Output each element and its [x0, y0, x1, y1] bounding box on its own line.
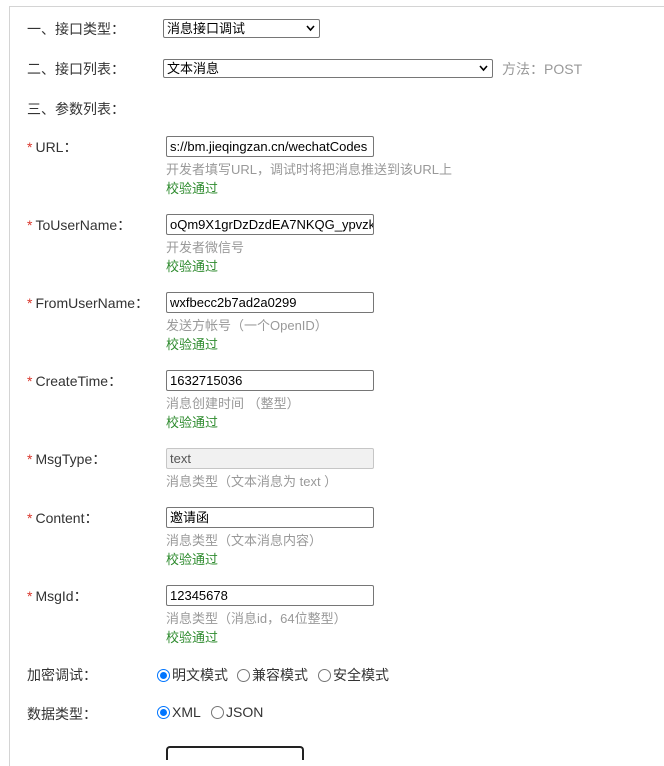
radio-plaintext-mode[interactable]: 明文模式: [157, 665, 228, 685]
radio-label: 兼容模式: [252, 667, 308, 683]
field-label-text: CreateTime：: [35, 373, 123, 389]
content-input[interactable]: 邀请函: [166, 507, 374, 528]
field-label-msgid: * MsgId：: [27, 586, 88, 606]
radio-unchecked-icon: [318, 668, 331, 682]
submit-button[interactable]: [166, 746, 304, 760]
url-hint: 开发者填写URL，调试时将把消息推送到该URL上: [166, 162, 453, 177]
radio-unchecked-icon: [237, 668, 250, 682]
radio-xml[interactable]: XML: [157, 704, 201, 720]
chevron-down-icon: [306, 25, 315, 32]
interface-type-select[interactable]: 消息接口调试: [163, 19, 320, 38]
required-mark: *: [27, 139, 33, 155]
tousername-hint: 开发者微信号: [166, 240, 245, 255]
chevron-down-icon: [479, 65, 488, 72]
url-status: 校验通过: [166, 181, 219, 196]
content-status: 校验通过: [166, 552, 219, 567]
field-label-createtime: * CreateTime：: [27, 371, 122, 391]
required-mark: *: [27, 217, 33, 233]
msgid-hint: 消息类型（消息id，64位整型）: [166, 611, 347, 626]
createtime-input[interactable]: 1632715036: [166, 370, 374, 391]
required-mark: *: [27, 451, 33, 467]
field-label-text: MsgId：: [35, 588, 88, 604]
method-label: 方法：POST: [502, 61, 583, 77]
interface-list-select-value: 文本消息: [167, 61, 220, 76]
msgid-status: 校验通过: [166, 630, 219, 645]
field-label-text: URL：: [35, 139, 78, 155]
radio-label: 安全模式: [333, 667, 389, 683]
radio-secure-mode[interactable]: 安全模式: [318, 665, 389, 685]
required-mark: *: [27, 510, 33, 526]
url-input[interactable]: s://bm.jieqingzan.cn/wechatCodes: [166, 136, 374, 157]
msgtype-hint: 消息类型（文本消息为 text ）: [166, 474, 338, 489]
field-label-text: FromUserName：: [35, 295, 150, 311]
createtime-hint: 消息创建时间 （整型）: [166, 396, 300, 411]
radio-label: 明文模式: [172, 667, 228, 683]
radio-compatible-mode[interactable]: 兼容模式: [237, 665, 308, 685]
params-label: 三、参数列表：: [27, 101, 125, 117]
field-label-tousername: * ToUserName：: [27, 215, 131, 235]
radio-checked-icon: [157, 705, 170, 719]
radio-label: XML: [172, 704, 201, 720]
interface-list-label: 二、接口列表：: [27, 61, 125, 77]
msgtype-input: text: [166, 448, 374, 469]
field-label-text: Content：: [35, 510, 99, 526]
field-label-content: * Content：: [27, 508, 99, 528]
field-label-url: * URL：: [27, 137, 77, 157]
required-mark: *: [27, 295, 33, 311]
tousername-input[interactable]: oQm9X1grDzDzdEA7NKQG_ypvzk: [166, 214, 374, 235]
radio-unchecked-icon: [211, 705, 224, 719]
content-hint: 消息类型（文本消息内容）: [166, 533, 323, 548]
fromusername-input[interactable]: wxfbecc2b7ad2a0299: [166, 292, 374, 313]
interface-type-label: 一、接口类型：: [27, 21, 125, 37]
encryption-label: 加密调试：: [27, 667, 97, 683]
data-type-label: 数据类型：: [27, 706, 97, 722]
radio-label: JSON: [226, 704, 264, 720]
tousername-status: 校验通过: [166, 259, 219, 274]
field-label-fromusername: * FromUserName：: [27, 293, 149, 313]
radio-json[interactable]: JSON: [211, 704, 263, 720]
interface-type-select-value: 消息接口调试: [167, 21, 246, 36]
interface-list-select[interactable]: 文本消息: [163, 59, 493, 78]
createtime-status: 校验通过: [166, 415, 219, 430]
fromusername-hint: 发送方帐号（一个OpenID）: [166, 318, 328, 333]
msgid-input[interactable]: 12345678: [166, 585, 374, 606]
field-label-msgtype: * MsgType：: [27, 449, 106, 469]
radio-checked-icon: [157, 668, 170, 682]
field-label-text: ToUserName：: [35, 217, 132, 233]
required-mark: *: [27, 373, 33, 389]
fromusername-status: 校验通过: [166, 337, 219, 352]
field-label-text: MsgType：: [35, 451, 107, 467]
required-mark: *: [27, 588, 33, 604]
